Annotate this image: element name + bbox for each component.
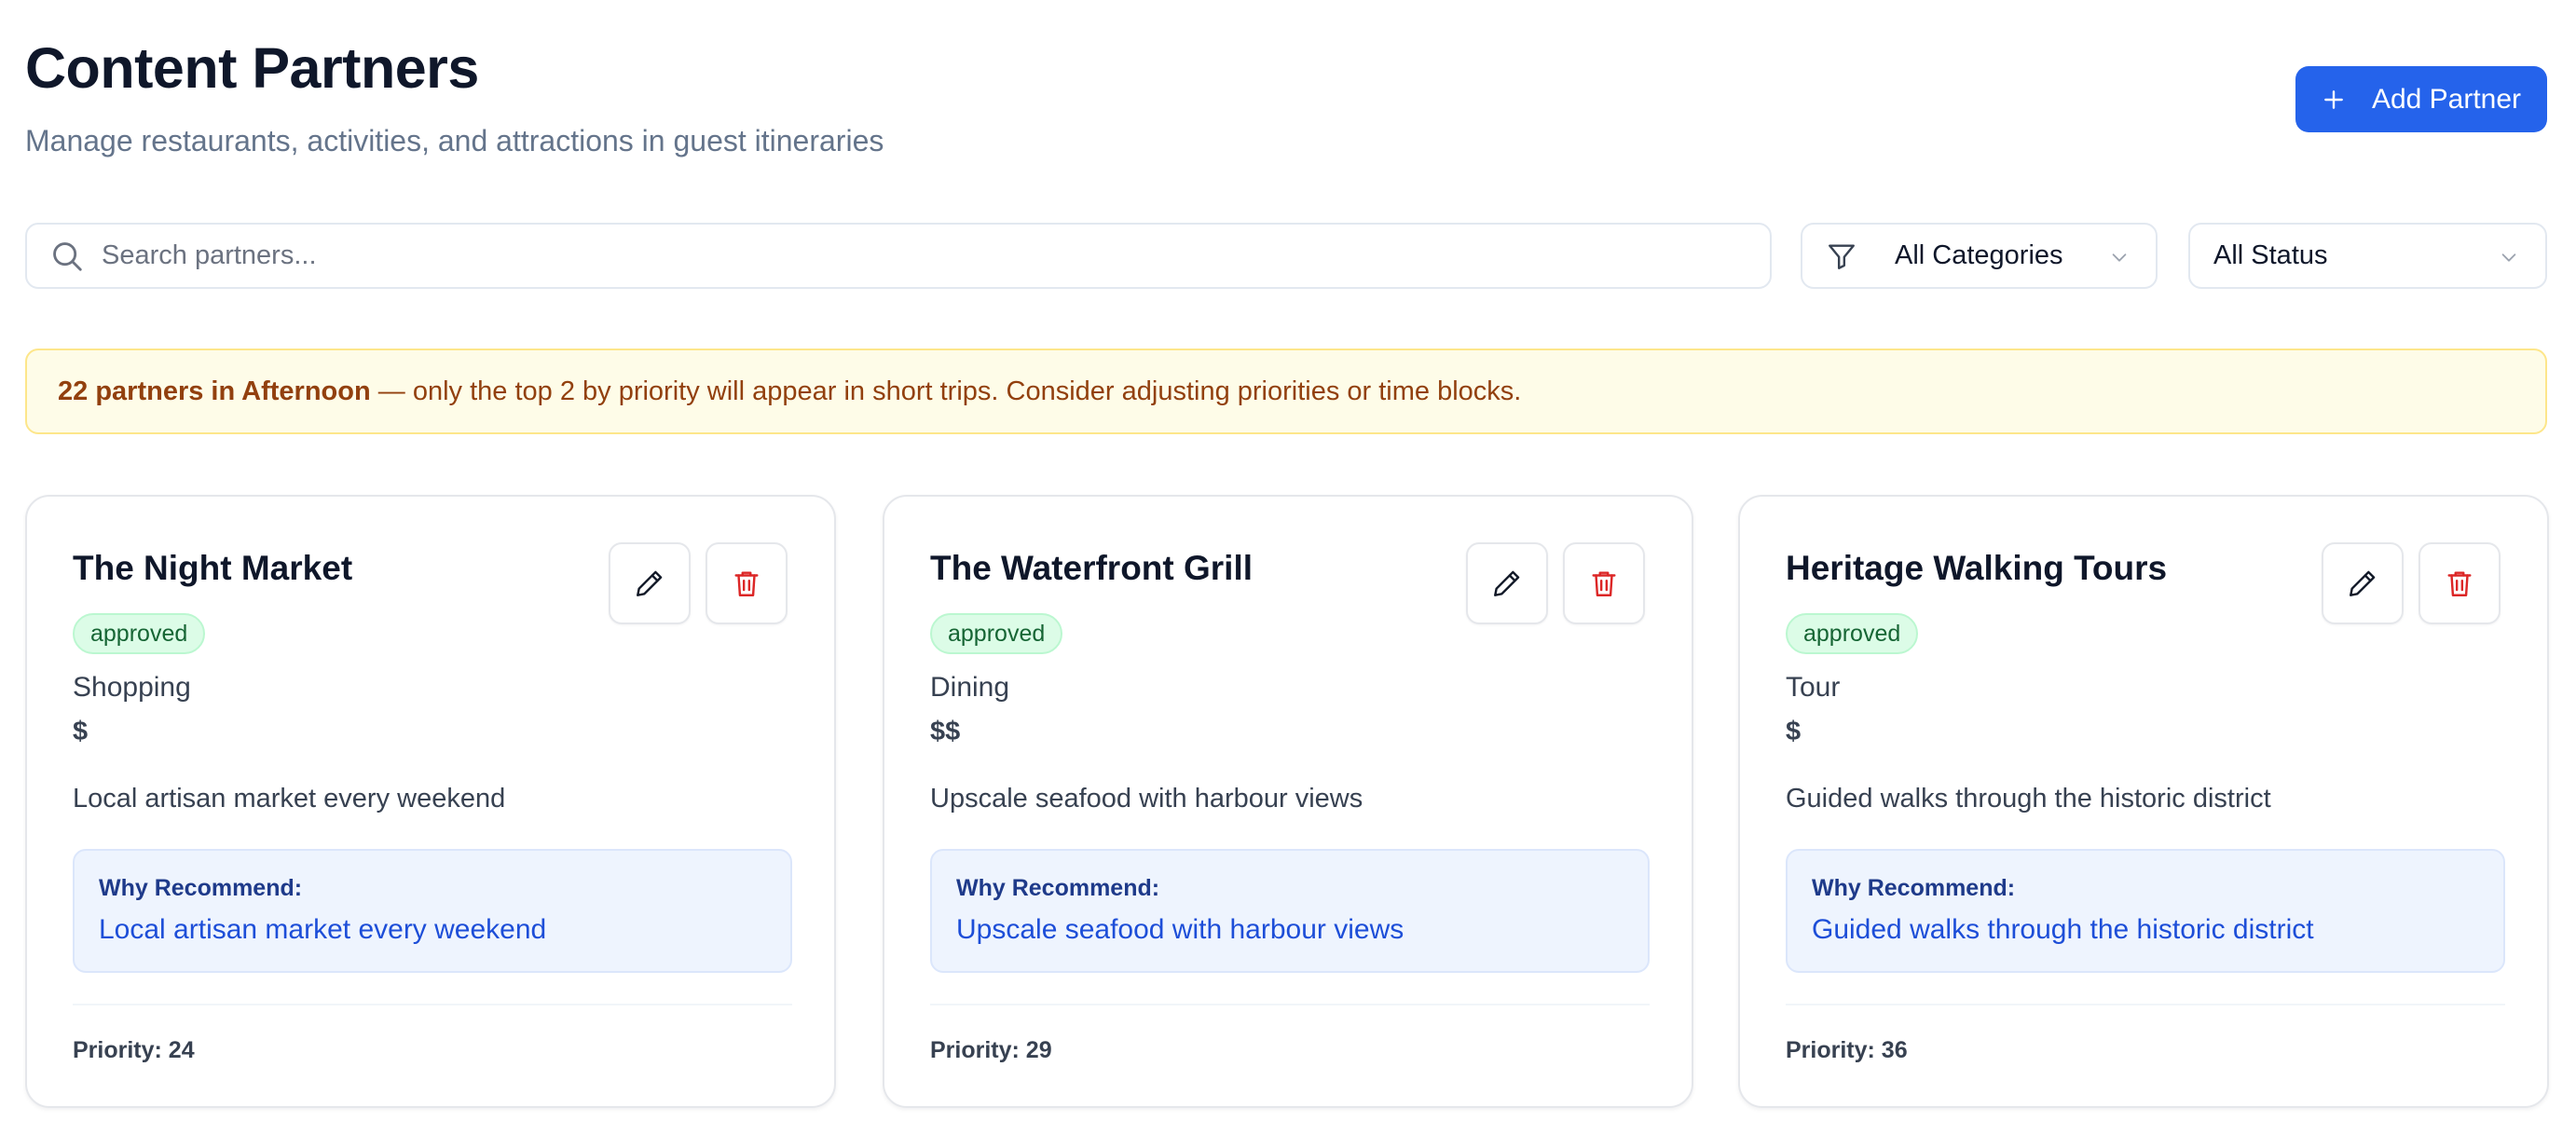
pencil-icon: [2350, 570, 2376, 596]
category-select[interactable]: All Categories: [1801, 223, 2158, 289]
page-title: Content Partners: [25, 36, 479, 100]
card-divider: [930, 1004, 1650, 1005]
card-divider: [73, 1004, 792, 1005]
category-select-value: All Categories: [1895, 240, 2063, 270]
partner-description: Local artisan market every weekend: [73, 784, 506, 814]
partner-card: The Night Market approved Shopping $ Loc…: [25, 495, 836, 1108]
why-recommend-box: Why Recommend: Local artisan market ever…: [73, 849, 792, 973]
delete-button[interactable]: [706, 542, 788, 624]
partner-name: The Waterfront Grill: [930, 549, 1254, 587]
why-recommend-text: Guided walks through the historic distri…: [1812, 914, 2314, 945]
time-block-warning-banner: 22 partners in Afternoon — only the top …: [25, 349, 2547, 434]
partner-priority: Priority: 36: [1786, 1037, 1908, 1063]
status-badge: approved: [930, 613, 1063, 654]
why-recommend-text: Local artisan market every weekend: [99, 914, 547, 945]
status-badge: approved: [1786, 613, 1919, 654]
trash-icon: [2447, 571, 2472, 596]
partner-description: Upscale seafood with harbour views: [930, 784, 1363, 814]
partner-name: The Night Market: [73, 549, 353, 587]
status-select-value: All Status: [2213, 240, 2328, 270]
card-divider: [1786, 1004, 2505, 1005]
chevron-down-icon: [2501, 253, 2516, 262]
filter-icon: [1829, 243, 1855, 269]
edit-button[interactable]: [609, 542, 691, 624]
edit-button[interactable]: [1466, 542, 1548, 624]
trash-icon: [1592, 571, 1616, 596]
add-partner-label: Add Partner: [2371, 83, 2522, 115]
why-recommend-label: Why Recommend:: [956, 875, 1160, 901]
search-icon: [53, 241, 82, 271]
add-partner-button[interactable]: Add Partner: [2295, 66, 2547, 132]
search-input[interactable]: [102, 240, 1686, 271]
status-badge: approved: [73, 613, 206, 654]
pencil-icon: [637, 570, 663, 596]
partner-category: Dining: [930, 672, 1010, 703]
search-box: [25, 223, 1772, 289]
warning-count: 22 partners in Afternoon: [58, 376, 371, 406]
partner-price: $: [1786, 717, 1802, 746]
partner-price: $: [73, 717, 89, 746]
edit-button[interactable]: [2322, 542, 2404, 624]
why-recommend-label: Why Recommend:: [1812, 875, 2016, 901]
partner-card: The Waterfront Grill approved Dining $$ …: [883, 495, 1693, 1108]
delete-button[interactable]: [2418, 542, 2501, 624]
plus-icon: [2324, 89, 2343, 109]
trash-icon: [734, 571, 759, 596]
pencil-icon: [1494, 570, 1520, 596]
status-select[interactable]: All Status: [2188, 223, 2547, 289]
partner-card: Heritage Walking Tours approved Tour $ G…: [1738, 495, 2549, 1108]
chevron-down-icon: [2112, 253, 2127, 262]
delete-button[interactable]: [1563, 542, 1645, 624]
why-recommend-box: Why Recommend: Upscale seafood with harb…: [930, 849, 1650, 973]
page-subtitle: Manage restaurants, activities, and attr…: [25, 124, 884, 157]
partner-name: Heritage Walking Tours: [1786, 549, 2168, 587]
partner-category: Shopping: [73, 672, 191, 703]
why-recommend-box: Why Recommend: Guided walks through the …: [1786, 849, 2505, 973]
warning-text: — only the top 2 by priority will appear…: [370, 376, 1522, 406]
partner-description: Guided walks through the historic distri…: [1786, 784, 2271, 814]
partner-price: $$: [930, 717, 961, 746]
partner-priority: Priority: 29: [930, 1037, 1052, 1063]
partner-priority: Priority: 24: [73, 1037, 195, 1063]
why-recommend-text: Upscale seafood with harbour views: [956, 914, 1404, 945]
why-recommend-label: Why Recommend:: [99, 875, 303, 901]
content-partners-page: Content Partners Manage restaurants, act…: [0, 0, 2576, 1135]
partner-category: Tour: [1786, 672, 1841, 703]
